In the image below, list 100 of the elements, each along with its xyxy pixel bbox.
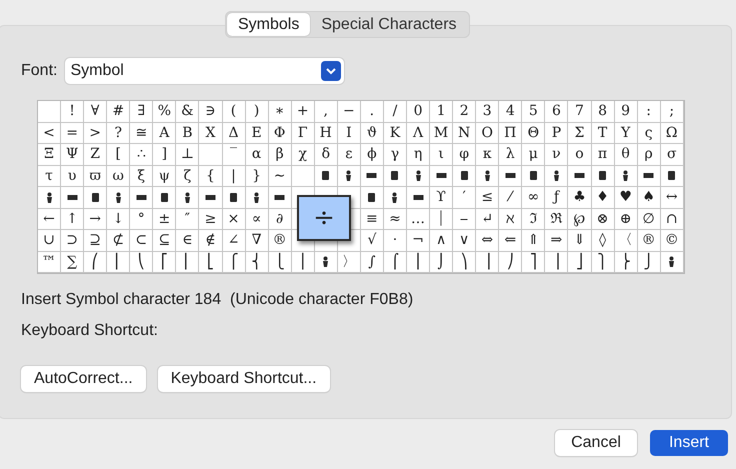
symbol-glyph[interactable]: Ρ — [552, 126, 562, 140]
symbol-glyph[interactable]: ™ — [42, 254, 56, 269]
symbol-glyph[interactable]: ς — [644, 126, 653, 140]
default-button[interactable]: Insert — [650, 430, 728, 456]
symbol-glyph[interactable]: ∪ — [43, 233, 55, 248]
symbol-glyph[interactable]: ↑ — [66, 212, 78, 226]
symbol-glyph[interactable]: ∃ — [137, 104, 146, 118]
dialog-button[interactable]: Cancel — [555, 430, 637, 456]
symbol-glyph[interactable]: γ — [390, 147, 400, 162]
symbol-glyph[interactable]: Τ — [598, 126, 608, 140]
symbol-glyph[interactable]: ϑ — [366, 126, 377, 140]
symbol-glyph[interactable]: ƒ — [554, 190, 559, 204]
symbol-glyph[interactable]: → — [89, 212, 102, 226]
symbol-glyph[interactable]: ⎛ — [92, 254, 99, 269]
symbol-glyph[interactable]: ⎯ — [460, 212, 468, 226]
symbol-glyph[interactable]: ∑ — [67, 254, 78, 269]
symbol-glyph[interactable]: Ξ — [44, 147, 54, 162]
panel-button[interactable]: AutoCorrect... — [21, 366, 146, 392]
symbol-glyph[interactable]: α — [252, 147, 262, 162]
symbol-glyph[interactable]: χ — [298, 147, 307, 162]
symbol-glyph[interactable]: τ — [45, 168, 53, 183]
symbol-glyph[interactable]: ⌡ — [437, 254, 445, 269]
symbol-glyph[interactable]: ⊥ — [180, 147, 194, 162]
symbol-glyph[interactable]: ⎫ — [597, 254, 608, 269]
symbol-glyph[interactable]: ι — [438, 147, 444, 162]
symbol-glyph[interactable]: ≅ — [135, 126, 148, 140]
symbol-glyph[interactable]: ⊃ — [66, 233, 78, 248]
symbol-glyph[interactable]: ⎭ — [643, 254, 654, 269]
symbol-glyph[interactable]: ⇑ — [527, 233, 540, 248]
symbol-glyph[interactable]: Κ — [390, 126, 400, 140]
symbol-glyph[interactable]: η — [414, 147, 422, 162]
symbol-glyph[interactable]: Φ — [274, 126, 286, 140]
symbol-glyph[interactable]: 0 — [414, 104, 422, 118]
symbol-glyph[interactable]: Λ — [412, 126, 424, 140]
symbol-glyph[interactable]: ⎧ — [228, 254, 239, 269]
symbol-glyph[interactable]: ∉ — [205, 233, 216, 248]
symbol-glyph[interactable]: ∩ — [666, 212, 678, 226]
symbol-glyph[interactable]: ℑ — [529, 212, 538, 226]
symbol-glyph[interactable]: Ο — [481, 126, 493, 140]
symbol-glyph[interactable]: ⇔ — [481, 233, 494, 248]
pictogram-icon[interactable] — [666, 170, 678, 182]
symbol-glyph[interactable]: 5 — [528, 104, 538, 118]
symbol-glyph[interactable]: ≈ — [389, 212, 401, 226]
symbol-glyph[interactable]: ↔ — [666, 190, 678, 204]
symbol-glyph[interactable]: ∼ — [274, 168, 286, 183]
symbol-glyph[interactable]: ζ — [184, 168, 192, 183]
symbol-glyph[interactable]: Ψ — [66, 147, 78, 162]
pictogram-icon[interactable] — [228, 192, 240, 203]
symbol-glyph[interactable]: Σ — [574, 126, 584, 140]
symbol-glyph[interactable]: ! — [69, 104, 75, 118]
symbol-glyph[interactable]: © — [664, 233, 679, 248]
symbol-glyph[interactable]: ⎝ — [138, 254, 145, 269]
symbol-glyph[interactable]: ∇ — [252, 233, 262, 248]
symbol-glyph[interactable]: ⁄ — [509, 190, 512, 204]
symbol-glyph[interactable]: ⎪ — [297, 254, 308, 269]
symbol-glyph[interactable]: ; — [669, 104, 674, 118]
symbol-glyph[interactable]: ≥ — [204, 212, 216, 226]
symbol-glyph[interactable]: ∴ — [136, 147, 146, 162]
symbol-glyph[interactable]: 8 — [598, 104, 607, 118]
symbol-glyph[interactable]: ⏐ — [437, 212, 446, 226]
symbol-glyph[interactable]: ♠ — [642, 190, 655, 204]
symbol-glyph[interactable]: Μ — [434, 126, 448, 140]
symbol-glyph[interactable]: : — [646, 104, 652, 118]
symbol-glyph[interactable]: ¬ — [412, 233, 424, 248]
symbol-glyph[interactable]: ⎦ — [576, 254, 583, 269]
symbol-glyph[interactable]: … — [411, 212, 426, 226]
pictogram-icon[interactable] — [90, 192, 101, 203]
symbol-glyph[interactable]: ) — [254, 104, 260, 118]
symbol-glyph[interactable]: [ — [115, 147, 121, 162]
symbol-glyph[interactable]: ⎡ — [160, 254, 168, 269]
symbol-glyph[interactable]: Ι — [346, 126, 352, 140]
symbol-glyph[interactable]: ⎮ — [414, 254, 422, 269]
symbol-glyph[interactable]: ∀ — [90, 104, 100, 118]
symbol-glyph[interactable]: ξ — [137, 168, 146, 183]
symbol-glyph[interactable]: ⊆ — [158, 233, 170, 248]
symbol-glyph[interactable]: ⊗ — [596, 212, 608, 226]
symbol-glyph[interactable]: ⎜ — [114, 254, 122, 269]
symbol-glyph[interactable]: Ω — [666, 126, 678, 140]
symbol-glyph[interactable]: Β — [182, 126, 193, 140]
symbol-glyph[interactable]: ⇓ — [574, 233, 586, 248]
symbol-glyph[interactable]: ( — [230, 104, 236, 118]
symbol-glyph[interactable]: ≡ — [366, 212, 378, 226]
symbol-glyph[interactable]: · — [392, 233, 398, 248]
symbol-glyph[interactable]: # — [112, 104, 124, 118]
symbol-glyph[interactable]: Ζ — [90, 147, 100, 162]
symbol-glyph[interactable]: } — [252, 168, 262, 183]
symbol-glyph[interactable]: ◊ — [599, 233, 606, 248]
symbol-glyph[interactable]: ε — [345, 147, 352, 162]
panel-button[interactable]: Keyboard Shortcut... — [158, 366, 330, 392]
empty-cell[interactable] — [199, 144, 222, 166]
symbol-glyph[interactable]: . — [370, 104, 374, 118]
symbol-glyph[interactable]: ω — [112, 168, 124, 183]
symbol-glyph[interactable]: ⌠ — [391, 254, 399, 269]
symbol-glyph[interactable]: 9 — [621, 104, 630, 118]
symbol-glyph[interactable]: ⊇ — [89, 233, 102, 248]
tab[interactable]: Symbols — [227, 13, 310, 36]
symbol-glyph[interactable]: ↓ — [112, 212, 124, 226]
symbol-glyph[interactable]: ⎬ — [620, 254, 631, 269]
symbol-glyph[interactable]: Η — [320, 126, 332, 140]
symbol-glyph[interactable]: % — [158, 104, 171, 118]
